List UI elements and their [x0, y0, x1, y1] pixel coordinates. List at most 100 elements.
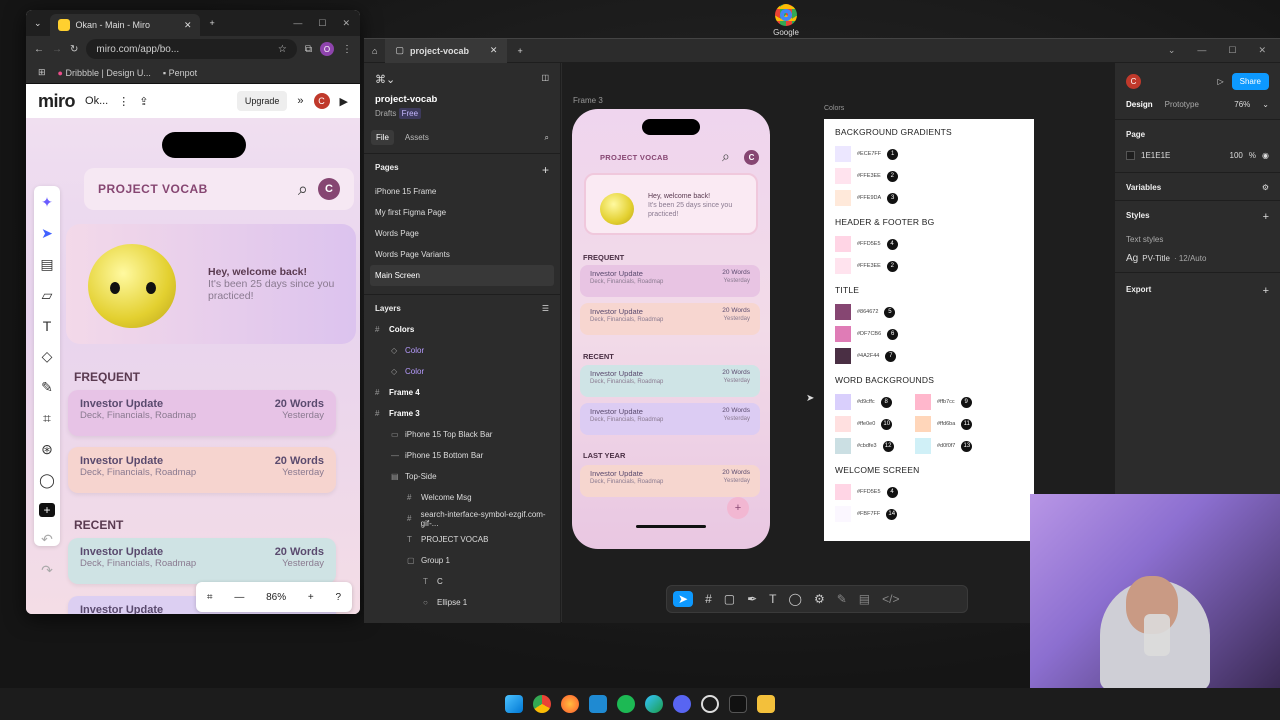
- tab-file[interactable]: File: [371, 130, 394, 145]
- select-cursor-icon[interactable]: ➤: [41, 225, 53, 242]
- obs-icon[interactable]: [701, 695, 719, 713]
- variables-settings-icon[interactable]: ⚙: [1262, 183, 1269, 192]
- minimize-icon[interactable]: —: [293, 18, 302, 29]
- tab-prototype[interactable]: Prototype: [1165, 100, 1199, 109]
- file-tab[interactable]: ▢ project-vocab ✕: [385, 38, 508, 63]
- drafts-label[interactable]: Drafts: [375, 109, 396, 118]
- discord-icon[interactable]: [673, 695, 691, 713]
- word-card[interactable]: Investor Update Deck, Financials, Roadmap…: [580, 365, 760, 397]
- color-swatch[interactable]: #DF7CB6 6: [835, 323, 1034, 345]
- color-swatch[interactable]: #864672 5: [835, 301, 1034, 323]
- bookmark-dribbble[interactable]: ● Dribbble | Design U...: [58, 68, 151, 78]
- zoom-in-icon[interactable]: +: [308, 592, 314, 603]
- shapes-icon[interactable]: ◇: [42, 348, 53, 365]
- forward-icon[interactable]: →: [52, 44, 62, 55]
- comment-tool-icon[interactable]: ◯: [789, 592, 802, 606]
- panel-toggle-icon[interactable]: ◫: [541, 73, 549, 86]
- bookmark-penpot[interactable]: ▪ Penpot: [163, 68, 197, 78]
- upgrade-button[interactable]: Upgrade: [236, 91, 288, 111]
- pen-tool-icon[interactable]: ✒: [747, 592, 757, 606]
- page-color-value[interactable]: 1E1E1E: [1141, 151, 1170, 160]
- color-swatch[interactable]: #d9cffc 8: [835, 391, 904, 413]
- board-name[interactable]: Ok...: [85, 95, 108, 107]
- design-mode-icon[interactable]: ▤: [859, 592, 870, 606]
- zoom-level[interactable]: 86%: [266, 592, 286, 603]
- layer-item[interactable]: # Frame 3: [364, 403, 560, 424]
- vscode-icon[interactable]: [589, 695, 607, 713]
- miro-avatar[interactable]: C: [313, 93, 330, 109]
- color-swatch[interactable]: #FFD5E5 4: [835, 233, 1034, 255]
- add-button[interactable]: +: [727, 497, 749, 519]
- text-tool-icon[interactable]: T: [769, 592, 776, 606]
- layer-item[interactable]: # Frame 4: [364, 382, 560, 403]
- page-item[interactable]: iPhone 15 Frame: [364, 181, 560, 202]
- share-icon[interactable]: ⇪: [139, 95, 148, 108]
- chevron-down-icon[interactable]: ⌄: [1168, 45, 1176, 56]
- colors-frame-label[interactable]: Colors: [824, 105, 844, 112]
- templates-icon[interactable]: ▤: [40, 256, 53, 273]
- help-icon[interactable]: ?: [336, 592, 342, 603]
- minimize-icon[interactable]: —: [1197, 45, 1206, 56]
- color-swatch[interactable]: #ffd6ba 11: [915, 413, 984, 435]
- page-item[interactable]: My first Figma Page: [364, 202, 560, 223]
- color-swatch[interactable]: #cbdfe3 12: [835, 435, 904, 457]
- color-swatch[interactable]: #FFE3EE 2: [835, 165, 1034, 187]
- maximize-icon[interactable]: ☐: [318, 18, 326, 29]
- shape-tool-icon[interactable]: ▢: [724, 592, 735, 606]
- color-swatch[interactable]: #ECE7FF 1: [835, 143, 1034, 165]
- edge-icon[interactable]: [645, 695, 663, 713]
- color-swatch[interactable]: #FFD5E5 4: [835, 481, 1034, 503]
- layer-item[interactable]: # Welcome Msg: [364, 487, 560, 508]
- menu-icon[interactable]: ⋮: [342, 44, 352, 55]
- add-style-icon[interactable]: +: [1263, 211, 1269, 223]
- zoom-out-icon[interactable]: —: [234, 592, 244, 603]
- layer-item[interactable]: TC: [364, 571, 560, 592]
- page-opacity[interactable]: 100: [1230, 151, 1243, 160]
- profile-avatar[interactable]: O: [320, 42, 334, 56]
- user-avatar[interactable]: C: [1126, 74, 1141, 89]
- file-explorer-icon[interactable]: [757, 695, 775, 713]
- maximize-icon[interactable]: ☐: [1228, 45, 1236, 56]
- color-swatch[interactable]: #d0f0f7 13: [915, 435, 984, 457]
- word-card[interactable]: Investor Update Deck, Financials, Roadmap…: [68, 538, 336, 584]
- pen-icon[interactable]: ✎: [41, 379, 53, 396]
- page-item[interactable]: Words Page: [364, 223, 560, 244]
- frames-icon[interactable]: ⌗: [207, 592, 213, 603]
- layer-item[interactable]: ▤ Top-Side: [364, 466, 560, 487]
- layer-item[interactable]: ◇ Color: [364, 361, 560, 382]
- phone-frame[interactable]: PROJECT VOCAB ⌕ C Hey, welcome back! It'…: [572, 109, 770, 549]
- page-item[interactable]: Words Page Variants: [364, 244, 560, 265]
- browser-tab[interactable]: Okan - Main - Miro ✕: [49, 14, 200, 36]
- ai-sparkle-icon[interactable]: ✦: [41, 194, 53, 211]
- text-style-item[interactable]: Ag PV-Title · 12/Auto: [1115, 244, 1280, 272]
- draw-mode-icon[interactable]: ✎: [837, 592, 847, 606]
- sticky-note-icon[interactable]: ▱: [42, 287, 53, 304]
- dev-mode-icon[interactable]: </>: [882, 592, 899, 606]
- color-swatch[interactable]: #4A2F44 7: [835, 345, 1034, 367]
- miro-board-canvas[interactable]: PROJECT VOCAB ⌕ C Hey, welcome back! It'…: [26, 118, 360, 614]
- color-swatch[interactable]: #ffb7cc 9: [915, 391, 984, 413]
- chevron-down-icon[interactable]: ⌄: [1262, 100, 1269, 109]
- layers-menu-icon[interactable]: ☰: [542, 304, 549, 313]
- apps-icon[interactable]: ⊞: [38, 67, 46, 78]
- word-card[interactable]: Investor Update Deck, Financials, Roadmap…: [68, 390, 336, 436]
- back-icon[interactable]: ←: [34, 44, 44, 55]
- page-color-swatch[interactable]: [1126, 151, 1135, 160]
- redo-icon[interactable]: ↷: [41, 562, 53, 579]
- move-tool-icon[interactable]: ➤: [673, 591, 694, 607]
- visibility-icon[interactable]: ◉: [1262, 151, 1269, 160]
- chrome-icon[interactable]: [533, 695, 551, 713]
- color-swatch[interactable]: #FFE9DA 3: [835, 187, 1034, 209]
- undo-icon[interactable]: ↶: [41, 531, 53, 548]
- word-card[interactable]: Investor Update Deck, Financials, Roadmap…: [68, 447, 336, 493]
- layer-item[interactable]: T PROJECT VOCAB: [364, 529, 560, 550]
- text-tool-icon[interactable]: T: [43, 318, 52, 334]
- tab-design[interactable]: Design: [1126, 100, 1153, 109]
- start-icon[interactable]: [505, 695, 523, 713]
- layer-item[interactable]: — iPhone 15 Bottom Bar: [364, 445, 560, 466]
- word-card[interactable]: Investor Update Deck, Financials, Roadmap…: [580, 403, 760, 435]
- color-swatch[interactable]: #FFE3EE 2: [835, 255, 1034, 277]
- home-icon[interactable]: ⌂: [364, 46, 385, 56]
- share-button[interactable]: Share: [1231, 73, 1269, 90]
- layer-item[interactable]: ◇ Color: [364, 340, 560, 361]
